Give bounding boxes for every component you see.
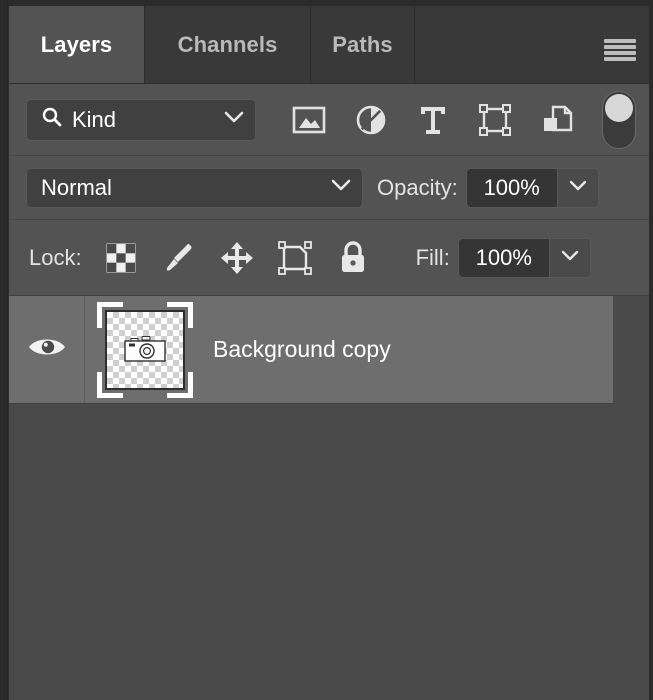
filter-type-layers-icon[interactable]: [402, 97, 464, 143]
fill-dropdown-button[interactable]: [549, 238, 590, 277]
lock-image-pixels-icon[interactable]: [150, 235, 208, 281]
layer-name-label[interactable]: Background copy: [213, 336, 391, 363]
menu-bar-1: [604, 39, 636, 43]
search-icon: [41, 106, 63, 133]
lock-icons-group: [92, 235, 382, 281]
blend-mode-value: Normal: [41, 174, 112, 200]
tab-channels[interactable]: Channels: [145, 6, 311, 83]
tab-layers[interactable]: Layers: [9, 6, 145, 83]
blend-mode-dropdown[interactable]: Normal: [26, 167, 363, 208]
fill-control-group: 100%: [457, 237, 591, 278]
filter-kind-dropdown[interactable]: Kind: [26, 98, 256, 141]
chevron-down-icon: [330, 178, 352, 197]
panel-tab-bar: Layers Channels Paths: [9, 6, 649, 84]
opacity-control-group: 100%: [465, 167, 599, 208]
layer-row-background-copy[interactable]: Background copy: [9, 296, 613, 404]
lock-row: Lock: Fill: 100%: [9, 220, 649, 296]
lock-position-icon[interactable]: [208, 235, 266, 281]
fill-label: Fill:: [415, 244, 450, 270]
lock-transparent-pixels-icon[interactable]: [92, 235, 150, 281]
layer-visibility-toggle[interactable]: [9, 296, 85, 403]
layer-list: Background copy: [9, 296, 649, 700]
opacity-label: Opacity:: [377, 174, 458, 200]
opacity-dropdown-button[interactable]: [557, 168, 598, 207]
layer-filter-row: Kind: [9, 84, 649, 156]
panel-left-border: [0, 0, 8, 700]
menu-bar-4: [604, 57, 636, 61]
chevron-down-icon: [568, 179, 588, 197]
menu-bar-2: [604, 45, 636, 49]
tab-paths-label: Paths: [332, 31, 393, 57]
camera-icon: [124, 335, 166, 362]
layer-thumbnail[interactable]: [97, 301, 193, 398]
layer-list-empty-area: [9, 404, 649, 699]
chevron-down-icon: [560, 249, 580, 267]
filter-type-icons: [278, 90, 636, 149]
tab-paths[interactable]: Paths: [311, 6, 415, 83]
lock-all-icon[interactable]: [324, 235, 382, 281]
filter-pixel-layers-icon[interactable]: [278, 97, 340, 143]
filter-kind-value: Kind: [72, 106, 117, 132]
panel-body: Layers Channels Paths Kind Normal Opacit…: [9, 6, 649, 700]
filter-shape-layers-icon[interactable]: [464, 97, 526, 143]
layer-thumbnail-image: [105, 309, 185, 390]
filter-adjustment-layers-icon[interactable]: [340, 97, 402, 143]
lock-label: Lock:: [29, 244, 82, 270]
fill-input[interactable]: 100%: [458, 238, 550, 277]
layers-panel: Layers Channels Paths Kind Normal Opacit…: [0, 0, 653, 700]
filter-enable-toggle[interactable]: [602, 90, 636, 149]
opacity-input[interactable]: 100%: [466, 168, 558, 207]
tab-layers-label: Layers: [40, 31, 113, 57]
blend-mode-row: Normal Opacity: 100%: [9, 156, 649, 220]
eye-icon: [27, 334, 67, 365]
hamburger-menu-icon[interactable]: [604, 39, 636, 61]
tab-channels-label: Channels: [177, 31, 278, 57]
lock-artboard-nesting-icon[interactable]: [266, 235, 324, 281]
panel-right-border: [649, 0, 653, 700]
menu-bar-3: [604, 51, 636, 55]
chevron-down-icon: [223, 110, 245, 129]
filter-toggle-knob: [605, 93, 633, 122]
filter-smart-object-layers-icon[interactable]: [526, 97, 588, 143]
